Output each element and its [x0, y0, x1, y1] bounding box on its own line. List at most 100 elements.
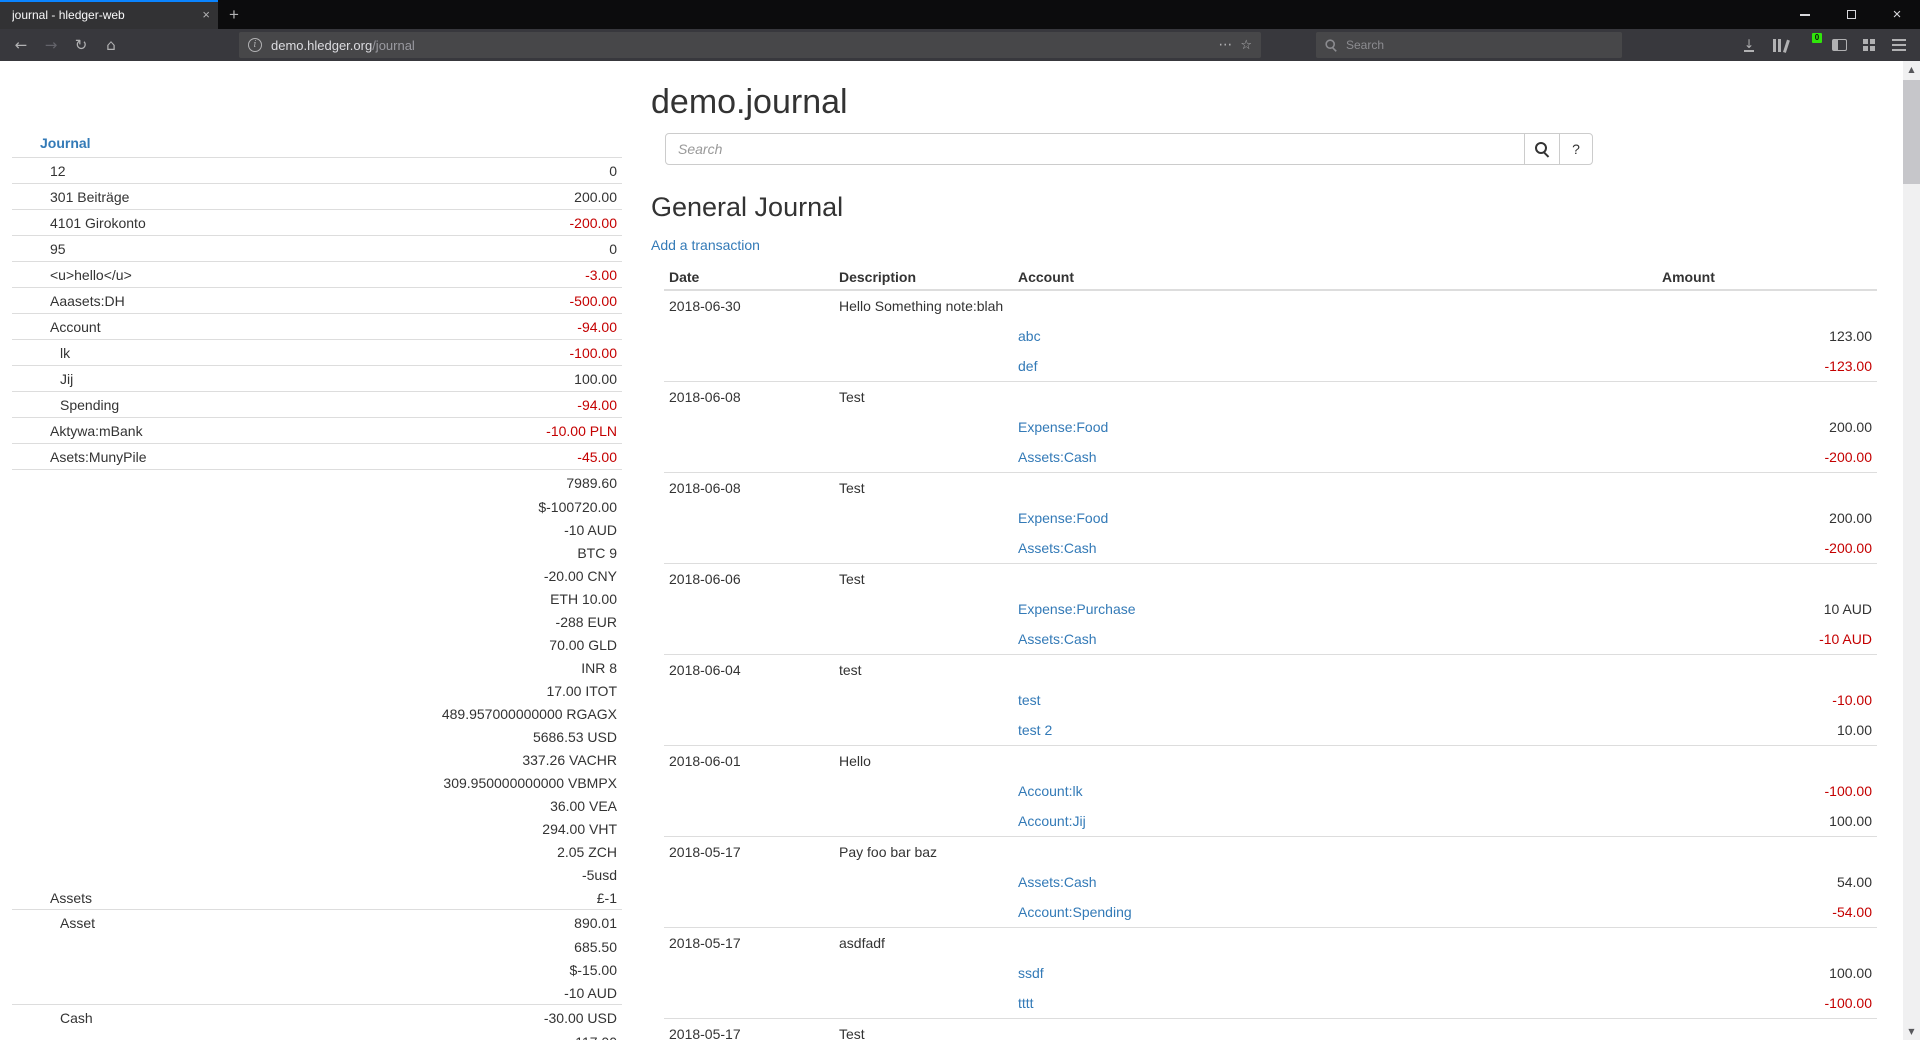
sidebar-account-row: Account-94.00: [12, 313, 622, 339]
library-button[interactable]: [1764, 31, 1794, 59]
info-icon[interactable]: i: [248, 38, 262, 52]
downloads-button[interactable]: ↓: [1734, 31, 1764, 59]
empty-cell: [1657, 290, 1877, 321]
empty-cell: [664, 442, 834, 473]
extension-badge: 0: [1812, 33, 1822, 43]
sidebar-account-link[interactable]: Aktywa:mBank: [12, 423, 546, 439]
section-title: General Journal: [651, 191, 1877, 223]
scroll-up-icon[interactable]: ▲: [1903, 61, 1920, 78]
posting-account-link[interactable]: abc: [1018, 328, 1041, 344]
sidebar-account-balance: -10 AUD: [564, 985, 622, 1001]
transaction-date: 2018-06-30: [664, 290, 834, 321]
reload-button[interactable]: ↻: [66, 31, 96, 59]
journal-search-input[interactable]: [665, 133, 1525, 165]
posting-account-link[interactable]: Assets:Cash: [1018, 631, 1097, 647]
window-restore-button[interactable]: [1828, 0, 1874, 29]
apps-grid-button[interactable]: [1854, 31, 1884, 59]
sidebar-account-row: BTC 9: [12, 541, 622, 564]
empty-cell: [834, 958, 1013, 988]
transaction-description: Hello: [834, 746, 1013, 777]
posting-amount: -200.00: [1657, 442, 1877, 473]
sidebar-account-link[interactable]: 4101 Girokonto: [12, 215, 570, 231]
page-actions-icon[interactable]: ⋯: [1218, 37, 1232, 53]
minimize-icon: [1800, 14, 1810, 16]
tab-close-icon[interactable]: ×: [202, 7, 210, 22]
sidebar-account-link[interactable]: Assets: [12, 890, 597, 906]
browser-search-bar[interactable]: [1316, 32, 1622, 58]
posting-account-link[interactable]: Expense:Food: [1018, 419, 1108, 435]
sidebar-account-link[interactable]: Asset: [12, 915, 574, 931]
sidebar-account-link[interactable]: 12: [12, 163, 609, 179]
posting-account-link[interactable]: tttt: [1018, 995, 1034, 1011]
posting-account-cell: tttt: [1013, 988, 1657, 1019]
sidebar-account-link[interactable]: lk: [12, 345, 570, 361]
sidebar-account-row: 489.957000000000 RGAGX: [12, 702, 622, 725]
search-help-button[interactable]: ?: [1559, 133, 1593, 165]
sidebar-journal-link[interactable]: Journal: [40, 135, 91, 151]
sidebar-account-link[interactable]: Asets:MunyPile: [12, 449, 577, 465]
sidebar-account-link[interactable]: Spending: [12, 397, 577, 413]
posting-amount: -200.00: [1657, 533, 1877, 564]
new-tab-button[interactable]: +: [218, 0, 250, 29]
transaction-title-row: 2018-06-08Test: [664, 473, 1877, 504]
posting-account-link[interactable]: ssdf: [1018, 965, 1044, 981]
posting-account-link[interactable]: Expense:Food: [1018, 510, 1108, 526]
empty-cell: [1013, 746, 1657, 777]
posting-account-link[interactable]: Assets:Cash: [1018, 540, 1097, 556]
back-button[interactable]: ←: [6, 31, 36, 59]
posting-account-link[interactable]: Expense:Purchase: [1018, 601, 1136, 617]
empty-cell: [664, 594, 834, 624]
home-button[interactable]: ⌂: [96, 31, 126, 59]
transaction-date: 2018-06-04: [664, 655, 834, 686]
posting-account-cell: Expense:Food: [1013, 503, 1657, 533]
sidebar-account-link[interactable]: Aaasets:DH: [12, 293, 570, 309]
sidebars-button[interactable]: [1824, 31, 1854, 59]
window-minimize-button[interactable]: [1782, 0, 1828, 29]
empty-cell: [834, 351, 1013, 382]
posting-row: Account:lk -100.00: [664, 776, 1877, 806]
posting-account-link[interactable]: Account:Jij: [1018, 813, 1086, 829]
browser-tab[interactable]: journal - hledger-web ×: [0, 0, 218, 29]
sidebar-account-row: $-100720.00: [12, 495, 622, 518]
sidebar-account-link[interactable]: Jij: [12, 371, 574, 387]
posting-account-link[interactable]: def: [1018, 358, 1037, 374]
journal-search-button[interactable]: [1524, 133, 1560, 165]
posting-account-link[interactable]: test 2: [1018, 722, 1052, 738]
posting-amount: -100.00: [1657, 776, 1877, 806]
sidebar-account-link[interactable]: <u>hello</u>: [12, 267, 585, 283]
posting-account-link[interactable]: Assets:Cash: [1018, 449, 1097, 465]
sidebar-account-balance: 5686.53 USD: [533, 729, 622, 745]
sidebar-account-row: Aaasets:DH-500.00: [12, 287, 622, 313]
transaction-date: 2018-05-17: [664, 928, 834, 959]
menu-button[interactable]: [1884, 31, 1914, 59]
empty-cell: [1657, 473, 1877, 504]
download-icon: ↓: [1744, 39, 1754, 52]
sidebar-rows: 120301 Beiträge200.004101 Girokonto-200.…: [12, 157, 622, 1040]
sidebar-account-row: 5686.53 USD: [12, 725, 622, 748]
empty-cell: [1013, 473, 1657, 504]
empty-cell: [664, 321, 834, 351]
sidebar-account-link[interactable]: 301 Beiträge: [12, 189, 574, 205]
browser-search-input[interactable]: [1346, 38, 1586, 52]
posting-account-cell: Assets:Cash: [1013, 442, 1657, 473]
posting-account-link[interactable]: Assets:Cash: [1018, 874, 1097, 890]
bookmark-star-icon[interactable]: ☆: [1240, 38, 1252, 53]
posting-account-link[interactable]: Account:Spending: [1018, 904, 1132, 920]
scroll-down-icon[interactable]: ▼: [1903, 1023, 1920, 1040]
sidebar-account-link[interactable]: Account: [12, 319, 577, 335]
url-bar[interactable]: i demo.hledger.org/journal ⋯ ☆: [239, 32, 1261, 58]
forward-button[interactable]: →: [36, 31, 66, 59]
add-transaction-link[interactable]: Add a transaction: [651, 237, 760, 253]
transaction-date: 2018-05-17: [664, 837, 834, 868]
extension-button[interactable]: 0: [1794, 31, 1824, 59]
sidebar-account-link[interactable]: 95: [12, 241, 609, 257]
posting-account-link[interactable]: test: [1018, 692, 1041, 708]
back-icon: ←: [15, 36, 28, 54]
page-scrollbar[interactable]: ▲ ▼: [1903, 61, 1920, 1040]
window-close-button[interactable]: ×: [1874, 0, 1920, 29]
sidebar-account-balance: $-100720.00: [538, 499, 622, 515]
scrollbar-thumb[interactable]: [1903, 80, 1920, 184]
sidebar-account-link[interactable]: Cash: [12, 1010, 544, 1026]
posting-account-link[interactable]: Account:lk: [1018, 783, 1083, 799]
posting-account-cell: Assets:Cash: [1013, 867, 1657, 897]
